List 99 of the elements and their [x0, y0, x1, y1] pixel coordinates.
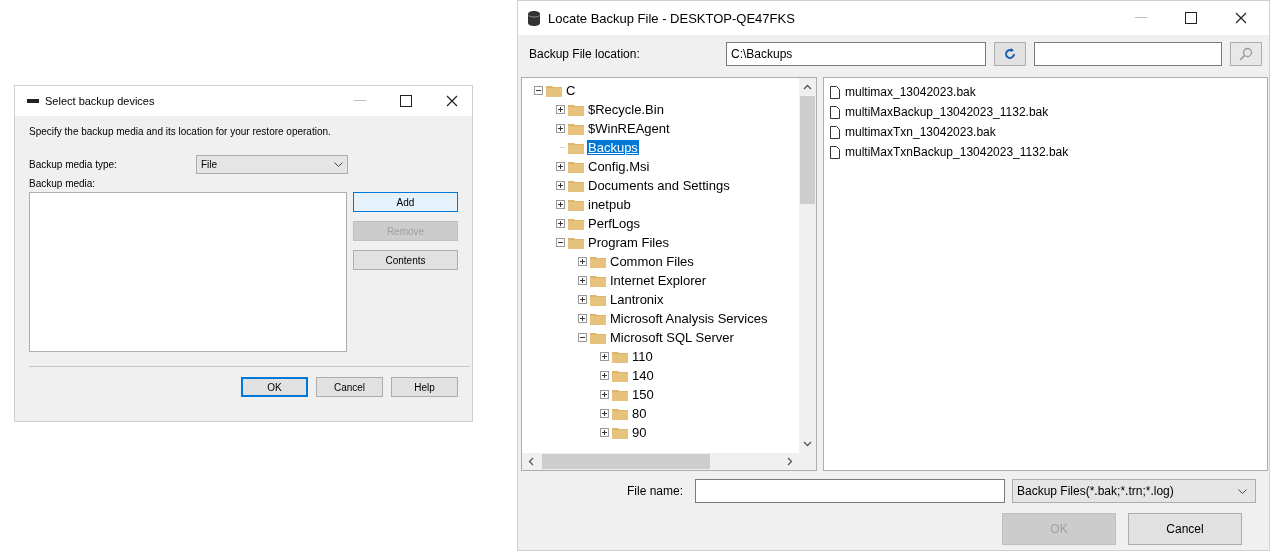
search-icon [1239, 47, 1253, 61]
file-item[interactable]: multimaxTxn_13042023.bak [845, 125, 996, 139]
folder-icon [568, 217, 584, 230]
folder-icon [612, 350, 628, 363]
tree-item[interactable]: inetpub [587, 197, 632, 212]
field-label: Backup media: [29, 178, 97, 189]
folder-icon [590, 255, 606, 268]
tree-item[interactable]: 110 [631, 349, 654, 364]
scroll-left-icon[interactable] [528, 457, 534, 466]
tree-item[interactable]: $Recycle.Bin [587, 102, 665, 117]
expand-icon[interactable] [578, 295, 587, 304]
tree-item[interactable]: PerfLogs [587, 216, 642, 231]
folder-icon [568, 179, 584, 192]
dialog-button[interactable]: OK [241, 377, 308, 397]
folder-icon [568, 236, 584, 249]
scroll-right-icon[interactable] [787, 457, 793, 466]
field-label: File name: [625, 484, 683, 498]
tree-item[interactable]: 80 [631, 406, 648, 421]
tree-item[interactable]: Documents and Settings [587, 178, 731, 193]
scroll-down-icon[interactable] [803, 441, 812, 447]
tree-item[interactable]: 150 [631, 387, 655, 402]
folder-icon [546, 84, 562, 97]
tree-item[interactable]: 90 [631, 425, 648, 440]
folder-icon [568, 122, 584, 135]
field-label: Backup File location: [529, 47, 641, 61]
collapse-icon[interactable] [556, 238, 565, 247]
tree-item[interactable]: Common Files [609, 254, 695, 269]
window-title: Select backup devices [45, 95, 156, 107]
expand-icon[interactable] [578, 257, 587, 266]
tree-item[interactable]: Config.Msi [587, 159, 651, 174]
tape-drive-icon [27, 99, 39, 103]
expand-icon[interactable] [600, 390, 609, 399]
folder-icon [590, 312, 606, 325]
folder-icon [568, 103, 584, 116]
tree-item[interactable]: Microsoft SQL Server [609, 330, 735, 345]
tree-item[interactable]: Backups [587, 140, 639, 155]
chevron-down-icon [334, 162, 343, 167]
folder-icon [590, 274, 606, 287]
vertical-scrollbar[interactable] [799, 78, 816, 453]
dialog-button[interactable]: Cancel [1128, 513, 1242, 545]
collapse-icon[interactable] [578, 333, 587, 342]
dialog-button[interactable]: Help [391, 377, 458, 397]
folder-icon [612, 426, 628, 439]
folder-icon [612, 388, 628, 401]
field-label: Backup media type: [29, 159, 118, 170]
folder-icon [590, 331, 606, 344]
database-icon [528, 10, 540, 26]
expand-icon[interactable] [556, 181, 565, 190]
file-item[interactable]: multimax_13042023.bak [845, 85, 976, 99]
tree-item[interactable]: Lantronix [609, 292, 665, 307]
maximize-icon[interactable] [400, 95, 412, 107]
file-icon [830, 85, 840, 99]
tree-item[interactable]: Internet Explorer [609, 273, 708, 288]
close-icon[interactable] [1235, 12, 1247, 24]
file-icon [830, 145, 840, 159]
folder-icon [590, 293, 606, 306]
tree-item[interactable]: Program Files [587, 235, 670, 250]
expand-icon[interactable] [600, 352, 609, 361]
folder-icon [568, 198, 584, 211]
media-type-dropdown[interactable]: File [196, 155, 348, 174]
expand-icon[interactable] [556, 105, 565, 114]
folder-icon [568, 141, 584, 154]
expand-icon[interactable] [556, 162, 565, 171]
expand-icon[interactable] [556, 124, 565, 133]
maximize-icon[interactable] [1185, 12, 1197, 24]
expand-icon[interactable] [600, 428, 609, 437]
dialog-button[interactable]: Add [353, 192, 458, 212]
file-item[interactable]: multiMaxBackup_13042023_1132.bak [845, 105, 1049, 119]
close-icon[interactable] [446, 95, 458, 107]
refresh-button[interactable] [994, 42, 1026, 66]
expand-icon[interactable] [556, 219, 565, 228]
horizontal-scrollbar[interactable] [522, 453, 799, 470]
tree-item[interactable]: Microsoft Analysis Services [609, 311, 769, 326]
expand-icon[interactable] [600, 371, 609, 380]
expand-icon[interactable] [578, 276, 587, 285]
file-name-field[interactable] [695, 479, 1005, 503]
dialog-button[interactable]: Contents [353, 250, 458, 270]
dialog-button[interactable]: Cancel [316, 377, 383, 397]
collapse-icon[interactable] [534, 86, 543, 95]
description-text: Specify the backup media and its location for your restore operation. [29, 126, 332, 137]
folder-icon [568, 160, 584, 173]
file-type-dropdown[interactable]: Backup Files(*.bak;*.trn;*.log) [1012, 479, 1256, 503]
scroll-up-icon[interactable] [803, 84, 812, 90]
tree-item[interactable]: $WinREAgent [587, 121, 671, 136]
window-title: Locate Backup File - DESKTOP-QE47FKS [548, 10, 796, 26]
file-item[interactable]: multiMaxTxnBackup_13042023_1132.bak [845, 145, 1069, 159]
expand-icon[interactable] [578, 314, 587, 323]
file-icon [830, 125, 840, 139]
folder-icon [612, 407, 628, 420]
chevron-down-icon [1238, 488, 1247, 494]
tree-item[interactable]: 140 [631, 368, 655, 383]
expand-icon[interactable] [600, 409, 609, 418]
tree-item[interactable]: C [565, 83, 577, 98]
folder-icon [612, 369, 628, 382]
location-field[interactable]: C:\Backups [726, 42, 986, 66]
search-field[interactable] [1034, 42, 1222, 66]
file-icon [830, 105, 840, 119]
expand-icon[interactable] [556, 200, 565, 209]
refresh-icon [1003, 47, 1017, 61]
